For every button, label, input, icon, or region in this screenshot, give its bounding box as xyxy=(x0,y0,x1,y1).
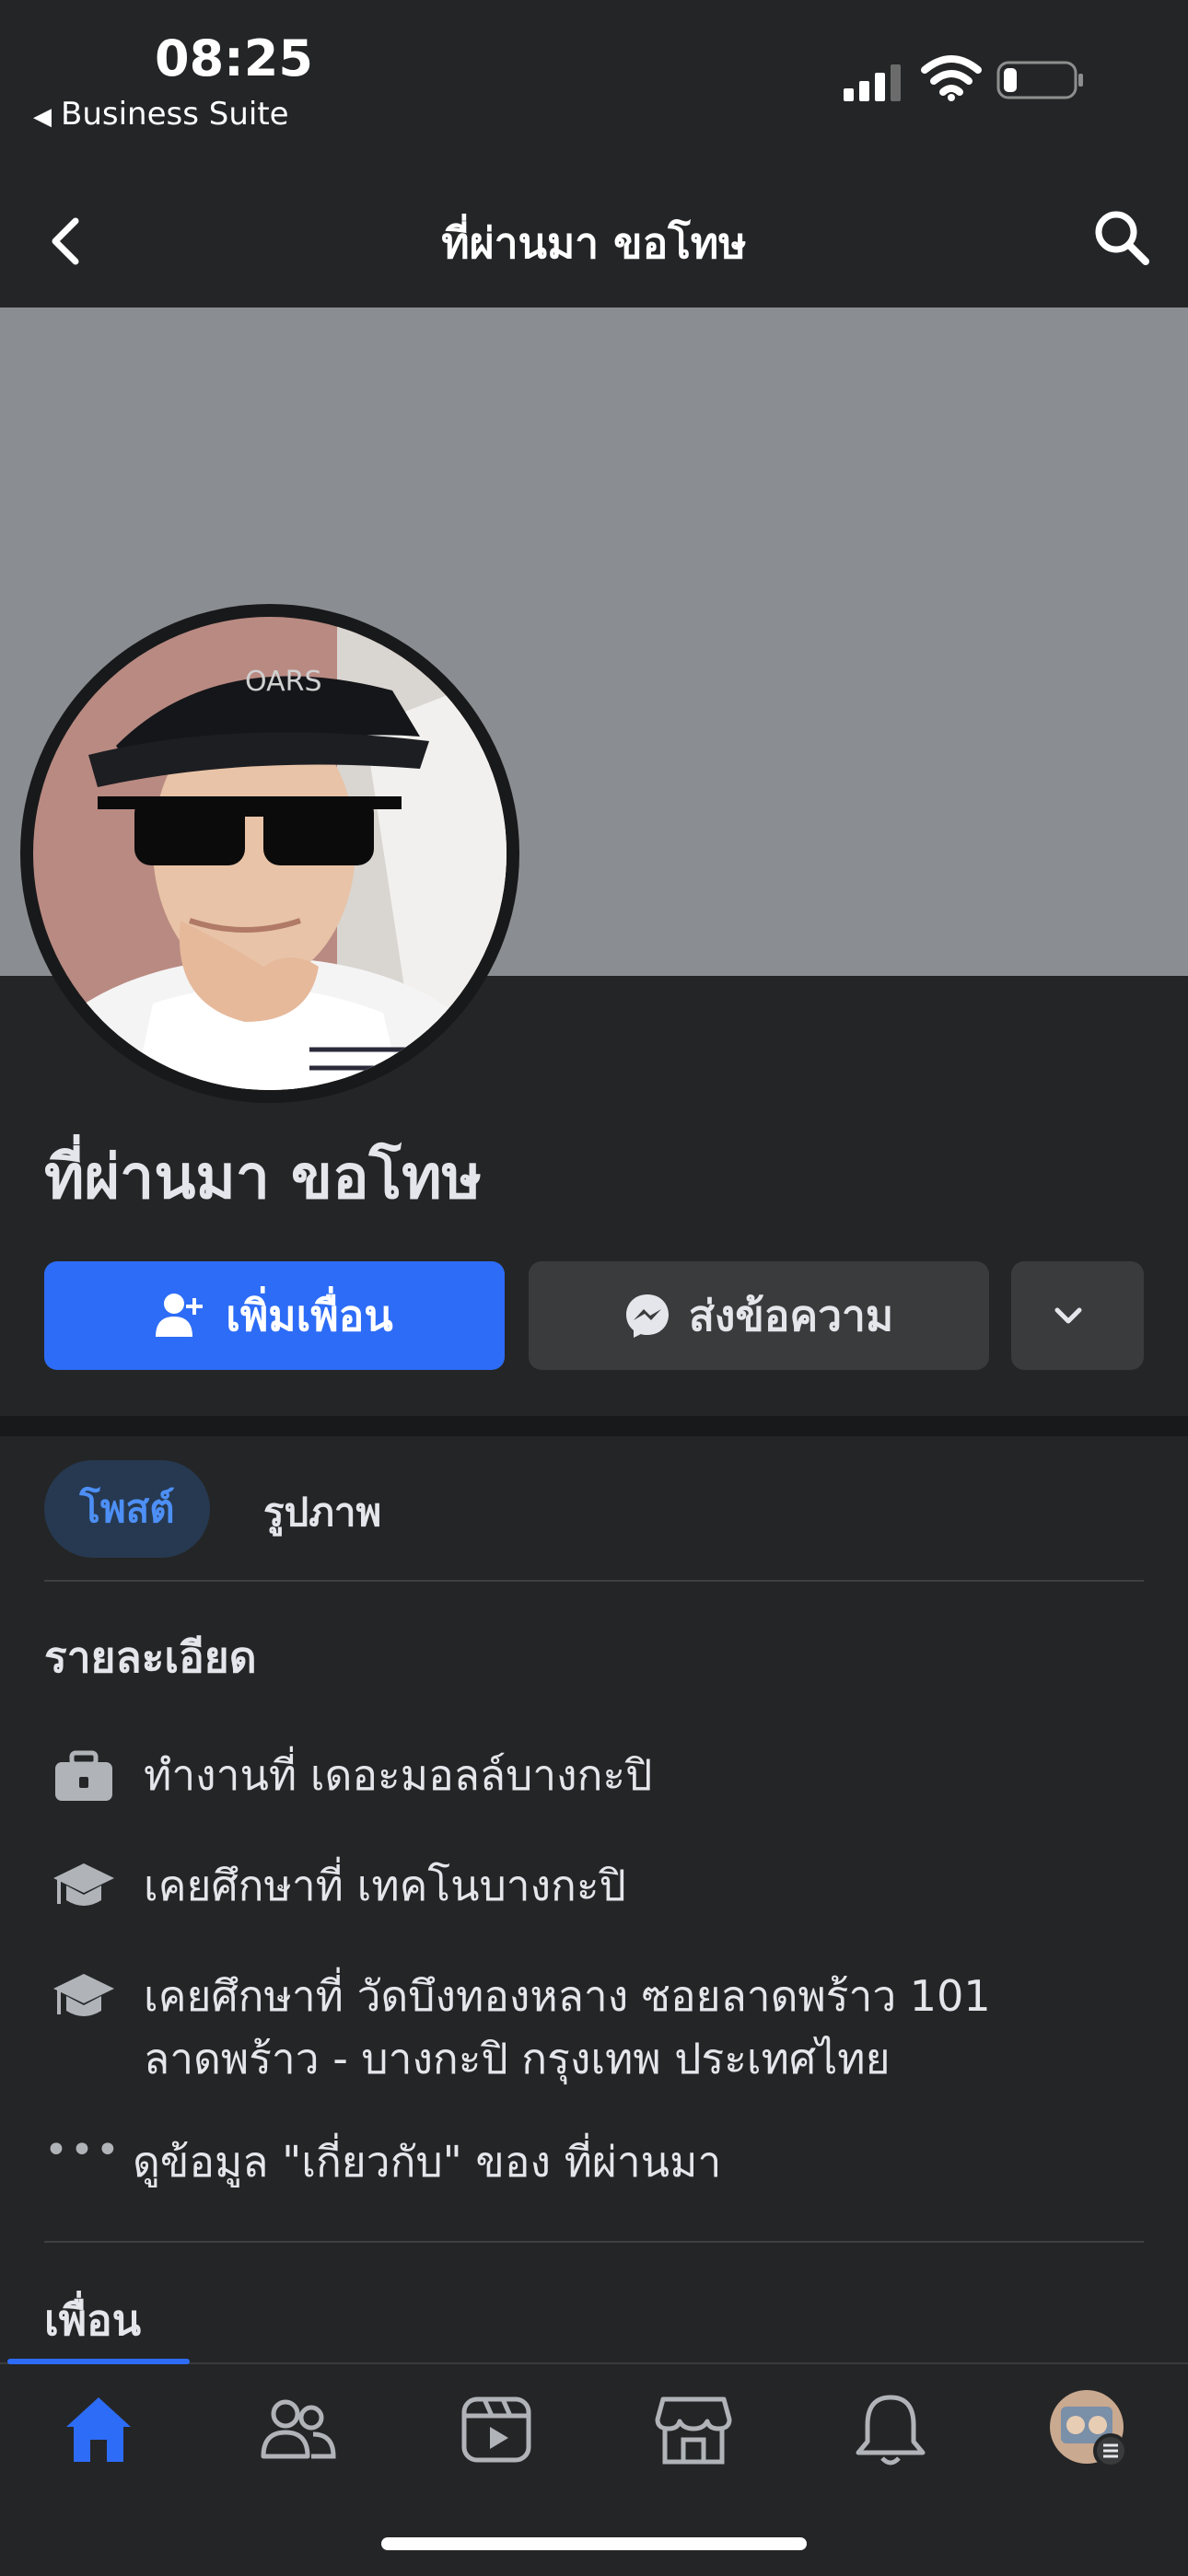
active-tab-indicator xyxy=(7,2359,190,2364)
detail-work-text: ทำงานที่ เดอะมอลล์บางกะปิ xyxy=(144,1750,653,1800)
detail-education-2-text: เคยศึกษาที่ วัดบึงทองหลาง ซอยลาดพร้าว 10… xyxy=(144,1965,991,2090)
see-about-label: ดูข้อมูล "เกี่ยวกับ" ของ ที่ผ่านมา xyxy=(133,2137,722,2187)
add-friend-button[interactable]: เพิ่มเพื่อน xyxy=(44,1261,505,1370)
profile-name: ที่ผ่านมา ขอโทษ xyxy=(44,1142,483,1213)
wifi-icon xyxy=(921,55,982,101)
back-app-label: Business Suite xyxy=(61,96,289,133)
tab-photos[interactable]: รูปภาพ xyxy=(263,1482,381,1543)
profile-picture[interactable]: OARS xyxy=(33,617,507,1090)
details-divider xyxy=(44,2241,1144,2243)
send-message-button[interactable]: ส่งข้อความ xyxy=(529,1261,989,1370)
friends-heading: เพื่อน xyxy=(44,2295,142,2345)
section-separator xyxy=(0,1416,1188,1436)
top-nav-bar: ที่ผ่านมา ขอโทษ xyxy=(0,175,1188,309)
friends-icon[interactable] xyxy=(256,2388,339,2471)
menu-avatar-icon[interactable] xyxy=(1048,2388,1131,2471)
more-options-button[interactable] xyxy=(1011,1261,1144,1370)
tabs-divider xyxy=(44,1580,1144,1582)
add-friend-label: เพิ่มเพื่อน xyxy=(226,1290,393,1340)
see-about-link[interactable]: ••• ดูข้อมูล "เกี่ยวกับ" ของ ที่ผ่านมา xyxy=(44,2127,1140,2191)
signal-icon xyxy=(844,64,901,101)
back-to-app-link[interactable]: ◀ Business Suite xyxy=(33,96,289,133)
search-icon[interactable] xyxy=(1089,204,1155,271)
detail-education-2-line1: เคยศึกษาที่ วัดบึงทองหลาง ซอยลาดพร้าว 10… xyxy=(144,1971,991,2021)
status-time: 08:25 xyxy=(155,29,313,87)
marketplace-icon[interactable] xyxy=(652,2388,735,2471)
watch-icon[interactable] xyxy=(455,2388,538,2471)
notifications-icon[interactable] xyxy=(849,2388,932,2471)
send-message-label: ส่งข้อความ xyxy=(688,1290,894,1340)
chevron-down-icon xyxy=(1054,1307,1082,1324)
briefcase-icon xyxy=(55,1750,112,1801)
more-dots-icon: ••• xyxy=(44,2127,122,2174)
add-friend-icon xyxy=(156,1294,204,1337)
profile-photo-illustration: OARS xyxy=(33,617,507,1090)
nav-title: ที่ผ่านมา ขอโทษ xyxy=(441,218,747,268)
messenger-icon xyxy=(625,1294,669,1338)
home-indicator[interactable] xyxy=(381,2537,807,2550)
home-icon[interactable] xyxy=(57,2388,140,2471)
status-bar: 08:25 ◀ Business Suite xyxy=(0,0,1188,175)
details-heading: รายละเอียด xyxy=(44,1632,257,1682)
detail-education-2-line2: ลาดพร้าว - บางกะปิ กรุงเทพ ประเทศไทย xyxy=(144,2034,891,2083)
back-triangle-icon: ◀ xyxy=(33,103,52,131)
tab-posts[interactable]: โพสต์ xyxy=(44,1460,210,1558)
battery-icon xyxy=(996,61,1083,99)
graduation-cap-icon xyxy=(53,1863,114,1906)
svg-text:OARS: OARS xyxy=(245,666,322,698)
graduation-cap-icon xyxy=(53,1974,114,2016)
detail-education-1-text: เคยศึกษาที่ เทคโนบางกะปิ xyxy=(144,1861,626,1910)
